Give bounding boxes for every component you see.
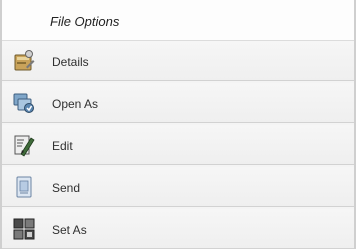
menu-item-label: Set As xyxy=(52,223,87,237)
details-icon xyxy=(12,49,36,73)
menu-item-edit[interactable]: Edit xyxy=(2,125,354,165)
open-as-icon xyxy=(12,91,36,115)
menu-item-details[interactable]: Details xyxy=(2,41,354,81)
menu-item-open-as[interactable]: Open As xyxy=(2,83,354,123)
file-options-menu: File Options Details Open As Edit Send S… xyxy=(0,0,356,249)
menu-item-label: Details xyxy=(52,55,89,69)
set-as-icon xyxy=(12,217,36,241)
menu-item-label: Send xyxy=(52,181,81,195)
menu-item-set-as[interactable]: Set As xyxy=(2,209,354,249)
menu-item-label: Open As xyxy=(52,97,99,111)
menu-header: File Options xyxy=(2,0,354,41)
menu-title: File Options xyxy=(50,14,120,29)
edit-icon xyxy=(12,133,36,157)
menu-item-label: Edit xyxy=(52,139,73,153)
menu-item-send[interactable]: Send xyxy=(2,167,354,207)
send-icon xyxy=(12,175,36,199)
